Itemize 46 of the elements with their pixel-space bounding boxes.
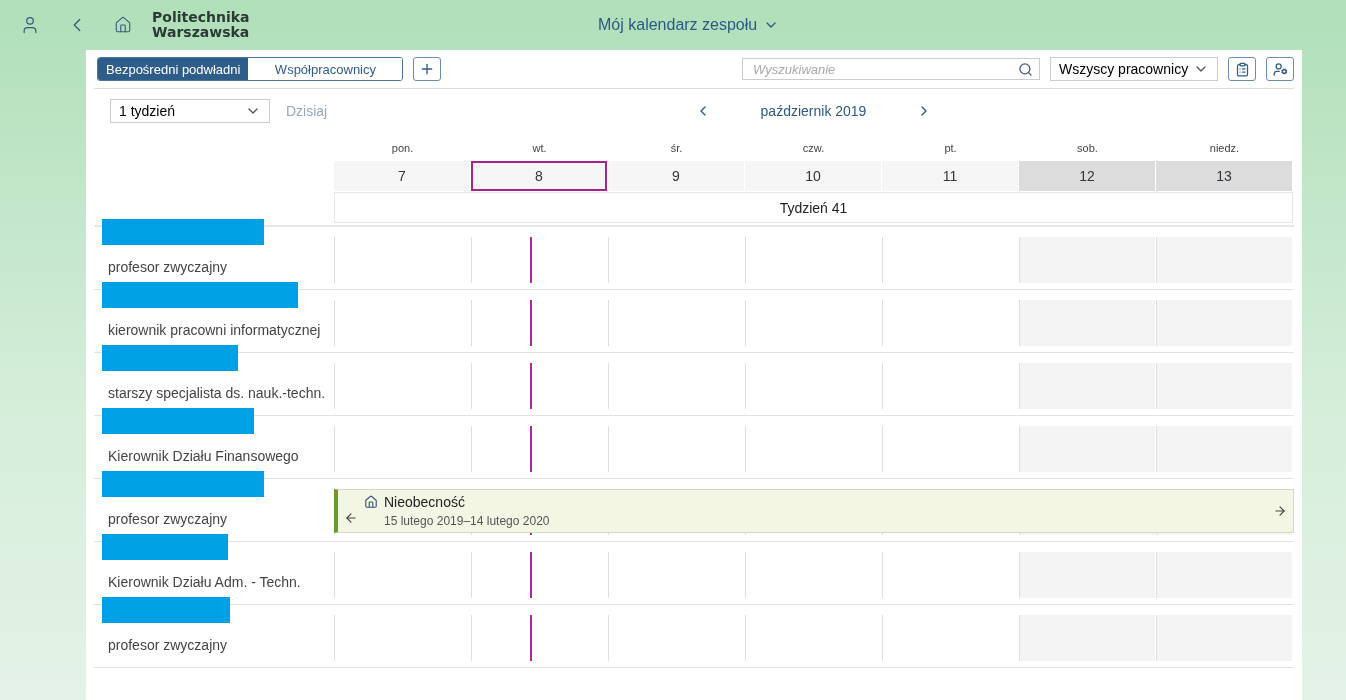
today-line — [530, 426, 532, 472]
tab[interactable]: Bezpośredni podwładni — [98, 58, 249, 80]
settings-button[interactable] — [1266, 57, 1294, 81]
today-line — [530, 615, 532, 661]
date-cell: 11 — [882, 161, 1018, 191]
weekday-label: niedz. — [1208, 141, 1241, 156]
list-view-button[interactable] — [1228, 57, 1256, 81]
date-cell: 7 — [334, 161, 470, 191]
date-cell: 12 — [1019, 161, 1155, 191]
job-title: Kierownik Działu Finansowego — [108, 448, 300, 464]
event-dates: 15 lutego 2019–14 lutego 2020 — [383, 514, 550, 528]
job-title: profesor zwyczajny — [108, 259, 229, 275]
job-title: starszy specjalista ds. nauk.-techn. — [108, 385, 327, 401]
add-button[interactable] — [413, 57, 442, 81]
weekday-label: śr. — [669, 141, 684, 156]
search-icon[interactable] — [1018, 61, 1033, 77]
date-cell: 9 — [608, 161, 744, 191]
weekday-label: pon. — [390, 141, 415, 156]
absence-event[interactable]: Nieobecność 15 lutego 2019–14 lutego 2020 — [334, 489, 1294, 533]
date-cell: 13 — [1156, 161, 1292, 191]
page-title[interactable]: Mój kalendarz zespołu — [598, 16, 780, 34]
logo: Politechnika Warszawska — [152, 10, 250, 40]
job-title: profesor zwyczajny — [108, 637, 229, 653]
list-icon — [1234, 61, 1250, 77]
weekday-label: sob. — [1076, 141, 1099, 156]
user-gear-icon — [1272, 61, 1288, 77]
weekday-label: pt. — [943, 141, 958, 156]
search-field[interactable]: Wyszukiwanie — [742, 58, 1040, 80]
date-cell: 8 — [471, 161, 607, 191]
filter-dropdown[interactable]: Wszyscy pracownicy — [1050, 57, 1218, 81]
week-label: Tydzień 41 — [334, 192, 1293, 223]
period-dropdown[interactable]: 1 tydzień — [110, 99, 270, 123]
weekday-label: czw. — [801, 141, 826, 156]
month-label: październik 2019 — [760, 103, 867, 119]
today-line — [530, 552, 532, 598]
weekday-label: wt. — [531, 141, 548, 156]
job-title: Kierownik Działu Adm. - Techn. — [108, 574, 302, 590]
home-icon — [364, 495, 378, 509]
event-title: Nieobecność — [364, 494, 550, 510]
home-icon[interactable] — [114, 16, 132, 34]
today-line — [530, 237, 532, 283]
job-title: profesor zwyczajny — [108, 511, 229, 527]
job-title: kierownik pracowni informatycznej — [108, 322, 322, 338]
date-cell: 10 — [745, 161, 881, 191]
today-line — [530, 300, 532, 346]
today-line — [530, 363, 532, 409]
